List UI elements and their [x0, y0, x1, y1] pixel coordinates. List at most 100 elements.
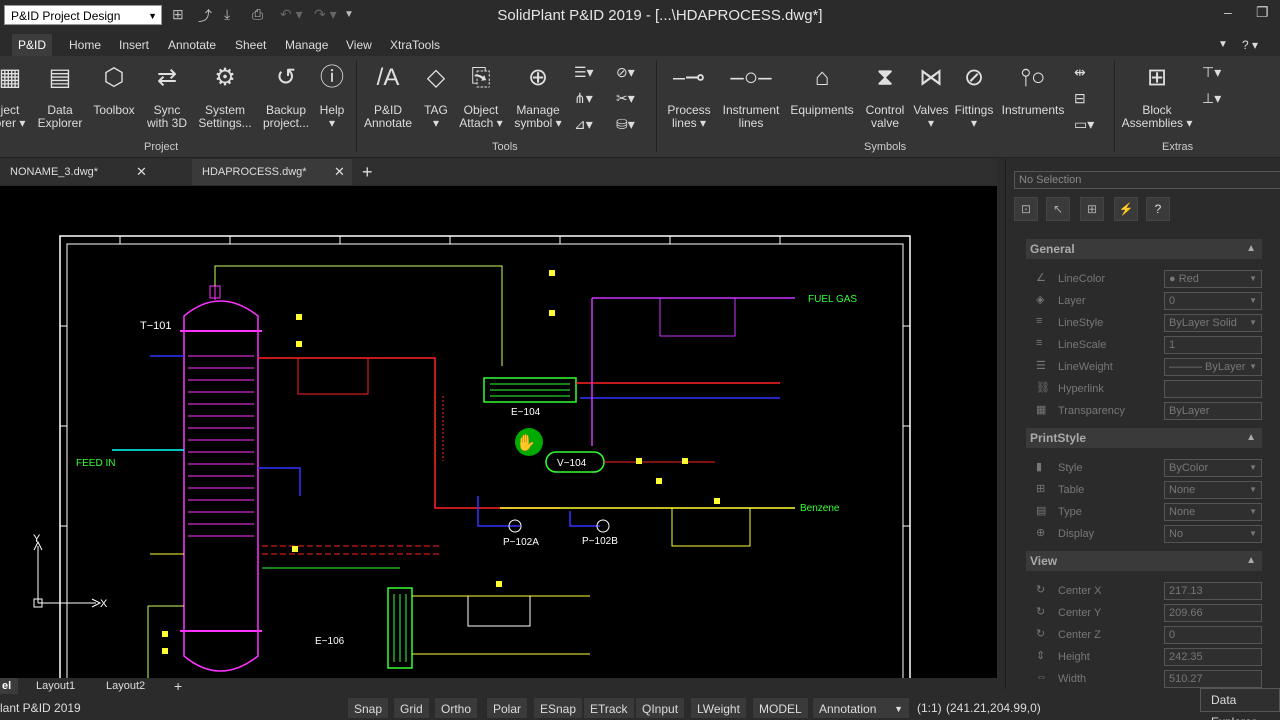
property-value[interactable]: ——— ByLayer ▼ — [1164, 358, 1262, 376]
flow-tool-icon[interactable]: ⊿▾ — [574, 116, 593, 133]
exchanger-e104[interactable] — [483, 377, 577, 403]
tab-manage[interactable]: Manage — [279, 34, 334, 56]
property-row[interactable]: ↻ Center Y 209.66 — [1026, 602, 1262, 624]
property-value[interactable]: 0 ▼ — [1164, 292, 1262, 310]
reducer-icon[interactable]: ⇹ — [1074, 64, 1086, 81]
help-question-icon[interactable]: ? — [1146, 197, 1170, 221]
instrument-lines-button[interactable]: –○– Instrument lines — [718, 58, 784, 130]
undo-icon[interactable]: ↶ ▾ — [280, 6, 303, 23]
property-row[interactable]: ▮ Style ByColor ▼ — [1026, 457, 1262, 479]
property-value[interactable]: ByColor ▼ — [1164, 459, 1262, 477]
manage-symbol-button[interactable]: ⊕ Manage symbol ▾ — [510, 58, 566, 130]
help-question-icon[interactable]: ? ▾ — [1236, 34, 1264, 56]
backup-project-button[interactable]: ↺ Backup project... — [258, 58, 314, 130]
qinput-toggle[interactable]: QInput — [635, 697, 686, 719]
flange-icon[interactable]: ▭▾ — [1074, 116, 1094, 133]
property-value[interactable]: None ▼ — [1164, 481, 1262, 499]
property-row[interactable]: ◈ Layer 0 ▼ — [1026, 290, 1262, 312]
restore-icon[interactable]: ❐ — [1256, 4, 1269, 21]
property-row[interactable]: ↻ Center Z 0 — [1026, 624, 1262, 646]
tab-sheet[interactable]: Sheet — [229, 34, 272, 56]
project-explorer-button[interactable]: ▦ ject orer ▾ — [0, 58, 30, 130]
property-value[interactable]: ByLayer — [1164, 402, 1262, 420]
database-tool-icon[interactable]: ⛁▾ — [616, 116, 635, 133]
tab-layout2[interactable]: Layout2 — [106, 678, 145, 694]
property-row[interactable]: ⇕ Height 242.35 — [1026, 646, 1262, 668]
new-tab-icon[interactable]: + — [356, 159, 373, 185]
pick-icon[interactable]: ↖ — [1046, 197, 1070, 221]
open-file-icon[interactable]: ⤴ — [198, 6, 212, 26]
property-row[interactable]: ⇔ Width 510.27 — [1026, 668, 1262, 690]
property-row[interactable]: ⊕ Display No ▼ — [1026, 523, 1262, 545]
section-general[interactable]: General ▲ — [1026, 239, 1262, 259]
customize-qat-icon[interactable]: ▼ — [344, 9, 354, 20]
selection-dropdown[interactable]: No Selection — [1014, 171, 1280, 189]
property-value[interactable]: ByLayer Solid ▼ — [1164, 314, 1262, 332]
object-attach-button[interactable]: ⎘ Object Attach ▾ — [456, 58, 506, 130]
drawing-canvas[interactable]: T−101 FEED IN E−104 FUEL GAS V−104 Benze… — [0, 186, 997, 678]
exchanger-e106[interactable] — [387, 587, 413, 669]
tab-model[interactable]: el — [0, 678, 18, 694]
property-value[interactable]: 217.13 — [1164, 582, 1262, 600]
snap-toggle[interactable]: Snap — [347, 697, 390, 719]
close-icon[interactable]: ✕ — [136, 159, 147, 185]
annotation-dropdown[interactable]: Annotation ▼ — [812, 697, 910, 719]
property-row[interactable]: ▦ Transparency ByLayer — [1026, 400, 1262, 422]
print-icon[interactable]: ⎙ — [252, 6, 263, 23]
property-row[interactable]: ≡ LineScale 1 — [1026, 334, 1262, 356]
cut-tool-icon[interactable]: ✂▾ — [616, 90, 635, 107]
process-lines-button[interactable]: ⎯⊸ Process lines ▾ — [662, 58, 716, 130]
tab-annotate[interactable]: Annotate — [162, 34, 222, 56]
property-row[interactable]: ☰ LineWeight ——— ByLayer ▼ — [1026, 356, 1262, 378]
instruments-button[interactable]: ⫯○ Instruments — [1000, 58, 1066, 117]
fittings-button[interactable]: ⊘ Fittings ▾ — [952, 58, 996, 130]
column-t101[interactable] — [180, 285, 262, 672]
tee-icon[interactable]: ⊤▾ — [1202, 64, 1221, 81]
section-view[interactable]: View ▲ — [1026, 551, 1262, 571]
new-file-icon[interactable]: ⊞ — [172, 6, 184, 23]
close-icon[interactable]: ✕ — [334, 159, 345, 185]
toolbox-button[interactable]: ⬡ Toolbox — [90, 58, 138, 117]
grid-toggle[interactable]: Grid — [393, 697, 430, 719]
property-row[interactable]: ↻ Center X 217.13 — [1026, 580, 1262, 602]
system-settings-button[interactable]: ⚙ System Settings... — [196, 58, 254, 130]
minimize-icon[interactable]: – — [1224, 4, 1232, 20]
toggle-pickadd-icon[interactable]: ⚡ — [1114, 197, 1138, 221]
esnap-toggle[interactable]: ESnap — [533, 697, 584, 719]
property-value[interactable]: 0 — [1164, 626, 1262, 644]
property-value[interactable] — [1164, 380, 1262, 398]
branch-icon[interactable]: ⊥▾ — [1202, 90, 1221, 107]
ribbon-collapse-icon[interactable]: ▼ — [1212, 34, 1234, 56]
connect-tool-icon[interactable]: ⊘▾ — [616, 64, 635, 81]
block-assemblies-button[interactable]: ⊞ Block Assemblies ▾ — [1120, 58, 1194, 130]
property-value[interactable]: 1 — [1164, 336, 1262, 354]
control-valve-button[interactable]: ⧗ Control valve — [860, 58, 910, 130]
save-icon[interactable]: ⤓ — [224, 6, 230, 23]
valves-button[interactable]: ⋈ Valves ▾ — [912, 58, 950, 130]
tab-view[interactable]: View — [340, 34, 378, 56]
sync-3d-button[interactable]: ⇄ Sync with 3D — [142, 58, 192, 130]
line-tool-icon[interactable]: ☰▾ — [574, 64, 594, 81]
model-toggle[interactable]: MODEL — [752, 697, 809, 719]
property-row[interactable]: ⛓ Hyperlink — [1026, 378, 1262, 400]
filter-icon[interactable]: ⊟ — [1074, 90, 1086, 107]
tab-home[interactable]: Home — [63, 34, 107, 56]
tab-insert[interactable]: Insert — [113, 34, 155, 56]
equipments-button[interactable]: ⌂ Equipments — [788, 58, 856, 117]
property-value[interactable]: ● Red ▼ — [1164, 270, 1262, 288]
doc-tab-noname[interactable]: NONAME_3.dwg* ✕ — [0, 159, 160, 185]
property-value[interactable]: None ▼ — [1164, 503, 1262, 521]
tag-button[interactable]: ◇ TAG ▾ — [418, 58, 454, 130]
etrack-toggle[interactable]: ETrack — [583, 697, 635, 719]
tab-xtratools[interactable]: XtraTools — [384, 34, 446, 56]
property-value[interactable]: No ▼ — [1164, 525, 1262, 543]
doc-tab-hdaprocess[interactable]: HDAPROCESS.dwg* ✕ — [192, 159, 352, 185]
data-explorer-button[interactable]: ▤ Data Explorer — [36, 58, 84, 130]
property-row[interactable]: ⊞ Table None ▼ — [1026, 479, 1262, 501]
tab-pid[interactable]: P&ID — [12, 34, 53, 56]
select-objects-icon[interactable]: ⊞ — [1080, 197, 1104, 221]
section-printstyle[interactable]: PrintStyle ▲ — [1026, 428, 1262, 448]
pid-annotate-button[interactable]: /A P&ID Annotate — [360, 58, 416, 130]
property-row[interactable]: ▤ Type None ▼ — [1026, 501, 1262, 523]
lweight-toggle[interactable]: LWeight — [690, 697, 747, 719]
